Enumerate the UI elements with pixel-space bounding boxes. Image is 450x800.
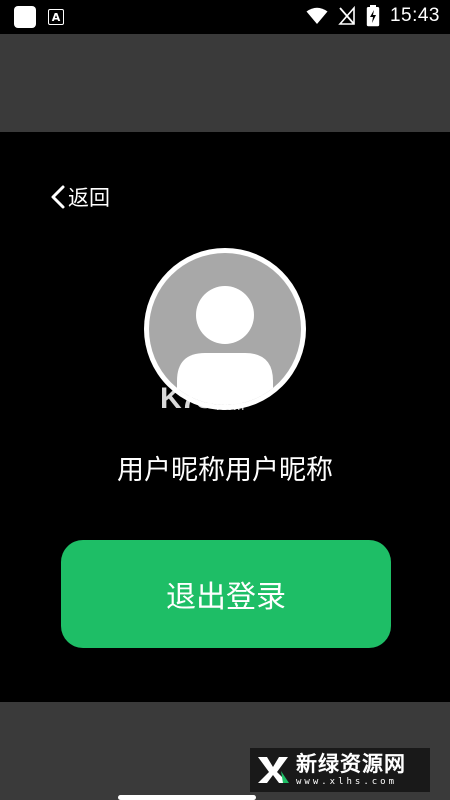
background-overlay-top	[0, 34, 450, 132]
back-label: 返回	[68, 186, 110, 210]
user-dialog: 返回 K73 游戏之家 .com 用户昵称用户昵称 退出登录	[0, 132, 450, 702]
app-square-icon	[14, 6, 36, 28]
logout-label: 退出登录	[166, 580, 286, 615]
logout-button[interactable]: 退出登录	[61, 540, 391, 648]
battery-charging-icon	[366, 5, 380, 27]
k73-watermark-text: 游戏之家 .com	[216, 385, 264, 413]
status-bar: A 15:43	[0, 0, 450, 34]
k73-watermark-cn: 游戏之家	[216, 385, 265, 399]
back-button[interactable]: 返回	[50, 182, 110, 212]
k73-watermark-com: .com	[216, 398, 245, 413]
k73-watermark-logo: K73	[160, 382, 213, 415]
user-nickname: 用户昵称用户昵称	[117, 455, 333, 486]
no-signal-icon	[338, 6, 355, 25]
wifi-icon	[306, 7, 328, 24]
brand-watermark: 新绿资源网 www.xlhs.com	[250, 748, 430, 792]
brand-logo-icon	[250, 748, 296, 792]
status-time: 15:43	[389, 5, 440, 26]
brand-url: www.xlhs.com	[296, 776, 398, 787]
k73-watermark: K73 游戏之家 .com	[160, 382, 264, 416]
status-left-icons: A	[14, 6, 64, 28]
a-badge-icon: A	[48, 9, 64, 25]
chevron-left-icon	[51, 185, 65, 209]
status-right-icons: 15:43	[306, 5, 440, 27]
brand-name: 新绿资源网	[296, 751, 406, 776]
nav-gesture-handle[interactable]	[118, 795, 256, 800]
brand-text: 新绿资源网 www.xlhs.com	[296, 751, 406, 787]
